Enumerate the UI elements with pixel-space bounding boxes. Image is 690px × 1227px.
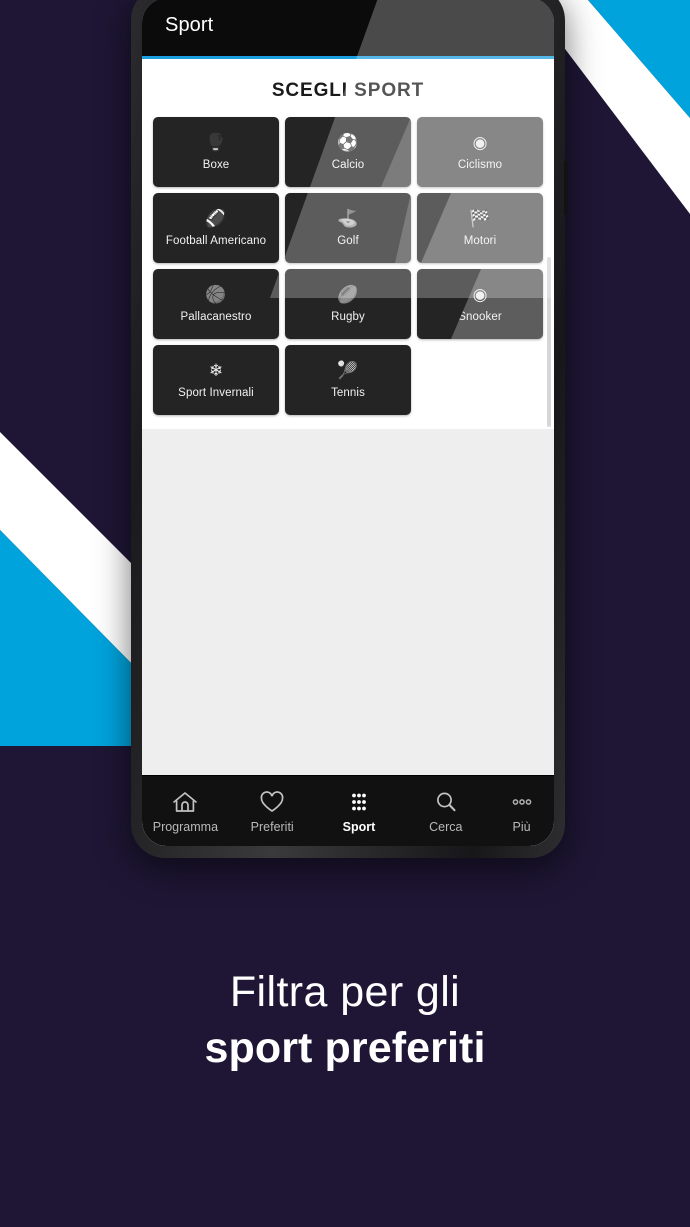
nav-item-label: Più [512, 819, 531, 834]
vertical-scrollbar[interactable] [547, 257, 551, 427]
heart-icon [259, 789, 285, 815]
nav-item-label: Preferiti [250, 819, 294, 834]
phone-device: Sport SCEGLI SPORT 🥊 Boxe ⚽ Calcio ◉ Ciclismo… [131, 0, 568, 858]
caption-line-2: sport preferiti [204, 1024, 486, 1072]
sport-tile-label: Boxe [202, 159, 230, 171]
sport-tile[interactable]: 🏉 Rugby [285, 269, 411, 339]
sport-tile-label: Rugby [331, 311, 365, 323]
nav-item-cerca[interactable]: Cerca [405, 789, 487, 834]
app-screen: Sport SCEGLI SPORT 🥊 Boxe ⚽ Calcio ◉ Ciclismo… [142, 0, 554, 846]
sport-tile[interactable]: ◉ Snooker [417, 269, 543, 339]
sport-tile[interactable]: 🥊 Boxe [153, 117, 279, 187]
sport-grid: 🥊 Boxe ⚽ Calcio ◉ Ciclismo 🏈 Football Americano… [142, 117, 554, 415]
sport-tile-label: Motori [463, 235, 497, 247]
sport-tile-label: Football Americano [165, 235, 267, 247]
bottom-navigation-bar: Programma Preferiti Sport Cerca Più [142, 775, 554, 846]
screen-content: SCEGLI SPORT 🥊 Boxe ⚽ Calcio ◉ Ciclismo 🏈 Footb… [142, 59, 554, 846]
app-bar: Sport [142, 0, 554, 56]
sport-tile-label: Calcio [331, 159, 365, 171]
nav-item-label: Programma [152, 819, 219, 834]
tile-diagonal-shade [395, 193, 411, 263]
nav-item-sport[interactable]: Sport [318, 789, 400, 834]
sport-tile-label: Snooker [458, 311, 502, 323]
grid-dots-icon [346, 789, 372, 815]
sport-tile[interactable]: 🎾 Tennis [285, 345, 411, 415]
boxing-glove-icon: 🥊 [205, 133, 227, 152]
sport-tile[interactable]: 🏀 Pallacanestro [153, 269, 279, 339]
nav-item-programma[interactable]: Programma [144, 789, 226, 834]
basketball-icon: 🏀 [205, 285, 227, 304]
caption-line-1: Filtra per gli [229, 968, 461, 1016]
sport-tile-label: Golf [337, 235, 359, 247]
tile-diagonal-shade [417, 269, 481, 339]
nav-item-pi[interactable]: Più [492, 789, 552, 834]
soccer-ball-icon: ⚽ [337, 133, 359, 152]
sport-tile[interactable]: ⛳ Golf [285, 193, 411, 263]
section-title: SCEGLI SPORT [271, 80, 425, 101]
sport-tile[interactable]: 🏁 Motori [417, 193, 543, 263]
sport-tile[interactable]: ❄ Sport Invernali [153, 345, 279, 415]
search-icon [433, 789, 459, 815]
football-icon: 🏈 [205, 209, 227, 228]
sport-tile-label: Sport Invernali [178, 387, 254, 399]
phone-screen-bezel: Sport SCEGLI SPORT 🥊 Boxe ⚽ Calcio ◉ Ciclismo… [142, 0, 554, 846]
app-bar-title: Sport [165, 14, 214, 36]
caption: Filtra per gli sport preferiti [0, 965, 690, 1077]
sport-tile-label: Pallacanestro [180, 311, 252, 323]
more-dots-icon [509, 789, 535, 815]
tile-diagonal-shade [381, 117, 411, 187]
sport-tile-label: Tennis [331, 387, 365, 399]
sport-tile-label: Ciclismo [457, 159, 503, 171]
home-icon [172, 789, 198, 815]
sport-tile[interactable]: 🏈 Football Americano [153, 193, 279, 263]
checkered-flag-icon: 🏁 [469, 209, 491, 228]
snooker-ball-icon: ◉ [472, 285, 488, 304]
tile-diagonal-shade [417, 193, 451, 263]
nav-item-label: Sport [342, 819, 376, 834]
cycling-wheel-icon: ◉ [472, 133, 488, 152]
nav-item-label: Cerca [429, 819, 463, 834]
power-button[interactable] [564, 161, 568, 215]
snowflake-icon: ❄ [208, 361, 224, 380]
rugby-ball-icon: 🏉 [337, 285, 359, 304]
tennis-ball-icon: 🎾 [337, 361, 359, 380]
golf-ball-icon: ⛳ [337, 209, 359, 228]
sport-sheet: SCEGLI SPORT 🥊 Boxe ⚽ Calcio ◉ Ciclismo 🏈 Footb… [142, 59, 554, 429]
sport-tile[interactable]: ◉ Ciclismo [417, 117, 543, 187]
sport-tile[interactable]: ⚽ Calcio [285, 117, 411, 187]
empty-content-area [142, 429, 554, 769]
nav-item-preferiti[interactable]: Preferiti [231, 789, 313, 834]
